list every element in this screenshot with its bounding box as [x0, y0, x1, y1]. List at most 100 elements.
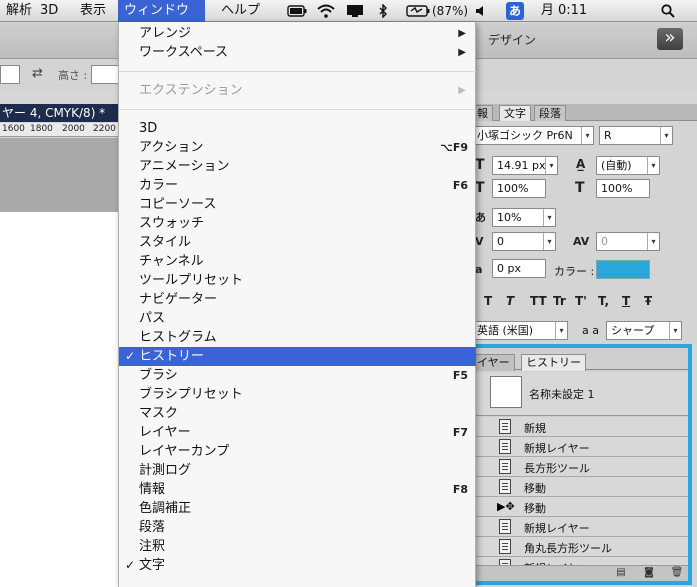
menu-item[interactable]: 注釈: [119, 537, 476, 556]
tab-history[interactable]: ヒストリー: [521, 354, 586, 371]
menu-item-label: アレンジ: [139, 26, 192, 41]
vertical-scale-icon: T: [475, 180, 485, 196]
font-size-field[interactable]: 14.91 px ▾: [492, 156, 558, 175]
menu-view[interactable]: 表示: [74, 0, 112, 22]
menu-item[interactable]: 情報 F8: [119, 480, 476, 499]
menu-item[interactable]: ヒストグラム: [119, 328, 476, 347]
menu-item[interactable]: ブラシ F5: [119, 366, 476, 385]
menu-item[interactable]: 段落: [119, 518, 476, 537]
history-state-label: 長方形ツール: [524, 462, 590, 475]
faux-italic-button[interactable]: T: [506, 294, 514, 308]
leading-field[interactable]: (自動) ▾: [596, 156, 660, 175]
input-method-icon[interactable]: あ: [506, 2, 524, 20]
ruler-tick: 1600: [2, 124, 25, 134]
tracking-icon: AV: [573, 235, 590, 248]
menu-item[interactable]: マスク: [119, 404, 476, 423]
battery-meter-icon[interactable]: [286, 0, 308, 22]
trash-icon[interactable]: 🗑: [670, 567, 684, 579]
battery-charging-icon[interactable]: [404, 0, 432, 22]
tab-paragraph[interactable]: 段落: [534, 105, 566, 121]
menu-item[interactable]: アクション ⌥F9: [119, 138, 476, 157]
menu-item-shortcut: F7: [452, 426, 468, 439]
history-panel-tabs: イヤー ヒストリー: [470, 352, 688, 371]
menu-item[interactable]: チャンネル: [119, 252, 476, 271]
superscript-button[interactable]: T': [575, 294, 587, 308]
history-state[interactable]: 新規レイヤー: [470, 517, 688, 537]
height-label: 高さ :: [58, 69, 88, 82]
width-field[interactable]: [0, 65, 20, 84]
language-select[interactable]: 英語 (米国) ▾: [472, 321, 568, 340]
strikethrough-button[interactable]: Ŧ: [644, 294, 652, 308]
bluetooth-icon[interactable]: [376, 0, 390, 22]
tab-character[interactable]: 文字: [499, 105, 531, 121]
menu-item[interactable]: 計測ログ: [119, 461, 476, 480]
menu-window[interactable]: ウィンドウ: [118, 0, 205, 22]
faux-bold-button[interactable]: T: [484, 294, 492, 308]
document-canvas[interactable]: [0, 212, 120, 587]
menu-item[interactable]: パス: [119, 309, 476, 328]
volume-icon[interactable]: [474, 0, 488, 22]
history-state[interactable]: 角丸長方形ツール: [470, 537, 688, 557]
menu-item[interactable]: カラー F6: [119, 176, 476, 195]
menu-separator: [119, 71, 476, 72]
document-tab[interactable]: ヤー 4, CMYK/8) *: [0, 104, 120, 122]
menu-analysis[interactable]: 解析: [0, 0, 38, 22]
menu-item[interactable]: 色調補正: [119, 499, 476, 518]
tsume-field[interactable]: 10% ▾: [492, 208, 556, 227]
small-caps-button[interactable]: Tr: [553, 294, 566, 308]
menu-help[interactable]: ヘルプ: [215, 0, 266, 22]
height-field[interactable]: [91, 65, 121, 84]
horizontal-scale-field[interactable]: 100%: [596, 179, 650, 198]
display-icon[interactable]: [344, 0, 366, 22]
menu-item-label: チャンネル: [139, 254, 204, 269]
vertical-scale-field[interactable]: 100%: [492, 179, 546, 198]
menu-item[interactable]: 3D: [119, 119, 476, 138]
menubar-clock[interactable]: 月 0:11: [534, 0, 594, 22]
menu-item[interactable]: ✓ ヒストリー: [119, 347, 476, 366]
history-state[interactable]: 移動: [470, 477, 688, 497]
menu-item[interactable]: アレンジ ▶: [119, 24, 476, 43]
swap-dimensions-icon[interactable]: ⇄: [32, 66, 43, 81]
menu-item[interactable]: ナビゲーター: [119, 290, 476, 309]
spotlight-search-icon[interactable]: [658, 0, 678, 22]
menu-item[interactable]: ブラシプリセット: [119, 385, 476, 404]
menu-item[interactable]: コピーソース: [119, 195, 476, 214]
baseline-shift-field[interactable]: 0 px: [492, 259, 546, 278]
text-color-swatch[interactable]: [596, 260, 650, 279]
menu-item[interactable]: ワークスペース ▶: [119, 43, 476, 62]
history-state[interactable]: 長方形ツール: [470, 457, 688, 477]
history-snapshot[interactable]: 名称未設定 1: [470, 372, 688, 416]
history-state[interactable]: ▶✥ 移動: [470, 497, 688, 517]
font-family-select[interactable]: 小塚ゴシック Pr6N ▾: [472, 126, 594, 145]
antialias-select[interactable]: シャープ ▾: [606, 321, 682, 340]
state-icon: [499, 519, 511, 534]
workspace-design-label[interactable]: デザイン: [488, 31, 536, 48]
history-state-label: 新規レイヤー: [524, 442, 590, 455]
menu-item[interactable]: レイヤーカンプ: [119, 442, 476, 461]
menu-3d[interactable]: 3D: [34, 0, 64, 22]
all-caps-button[interactable]: TT: [530, 294, 547, 308]
menu-item[interactable]: ツールプリセット: [119, 271, 476, 290]
menu-item[interactable]: スタイル: [119, 233, 476, 252]
wifi-icon[interactable]: [314, 0, 338, 22]
create-snapshot-icon[interactable]: ◙: [642, 567, 656, 579]
history-state[interactable]: 新規: [470, 417, 688, 437]
tab-layers[interactable]: イヤー: [472, 354, 515, 371]
menu-item-label: ヒストリー: [139, 349, 205, 364]
tracking-field[interactable]: 0 ▾: [596, 232, 660, 251]
menu-item-label: レイヤー: [139, 425, 191, 440]
menu-item-label: 3D: [139, 121, 158, 136]
font-style-select[interactable]: R ▾: [599, 126, 673, 145]
chevron-down-icon: ▾: [669, 322, 681, 339]
menu-item[interactable]: ✓ 文字: [119, 556, 476, 575]
chevron-down-icon: ▾: [647, 233, 659, 250]
kerning-field[interactable]: 0 ▾: [492, 232, 556, 251]
subscript-button[interactable]: T,: [598, 294, 609, 308]
menu-item[interactable]: レイヤー F7: [119, 423, 476, 442]
menu-item[interactable]: アニメーション: [119, 157, 476, 176]
expand-panels-button[interactable]: »: [657, 28, 683, 50]
menu-item[interactable]: スウォッチ: [119, 214, 476, 233]
history-state[interactable]: 新規レイヤー: [470, 437, 688, 457]
new-document-from-state-icon[interactable]: ▤: [614, 567, 628, 579]
underline-button[interactable]: T: [622, 294, 630, 308]
